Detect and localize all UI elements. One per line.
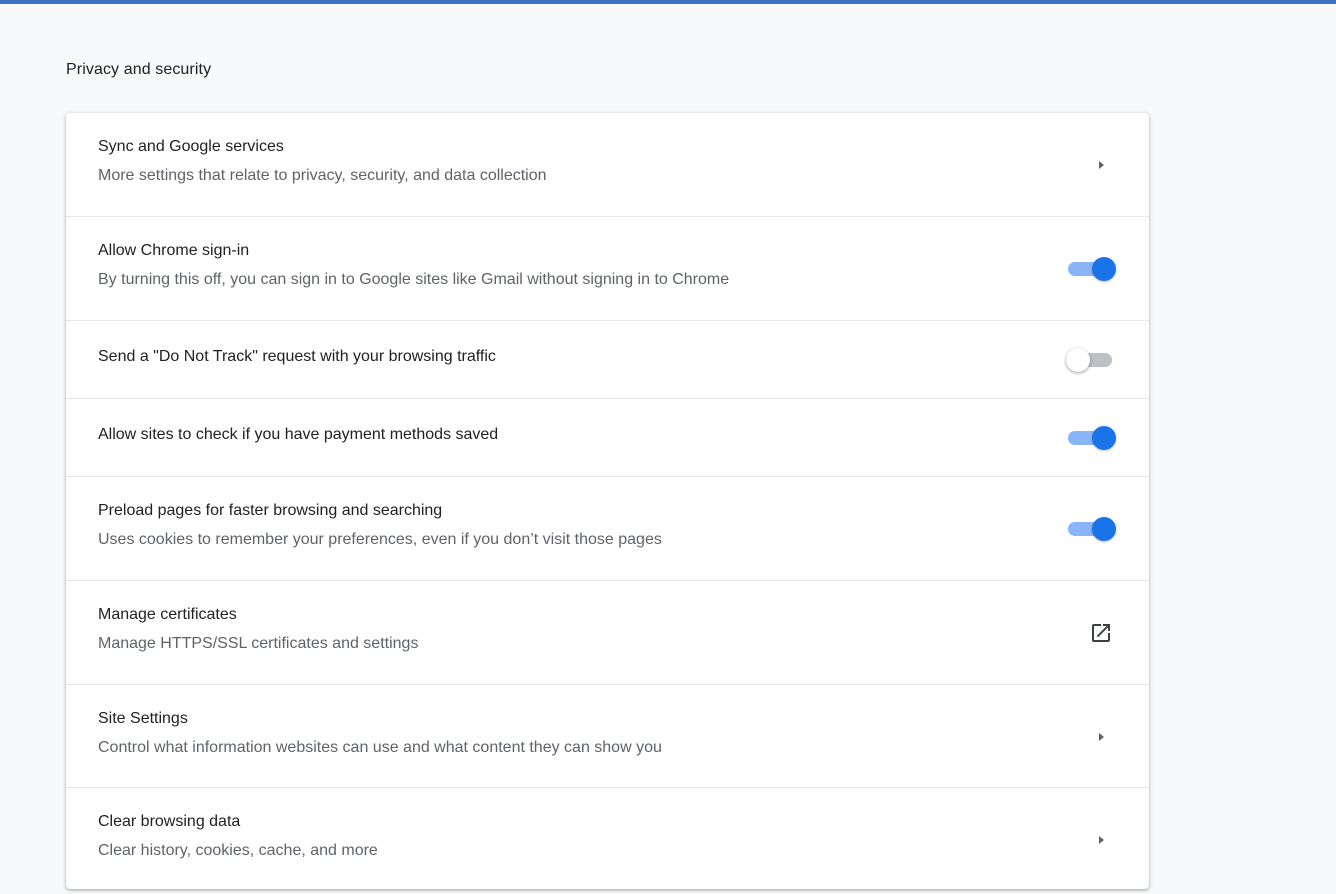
row-preload-pages[interactable]: Preload pages for faster browsing and se… — [66, 476, 1149, 580]
toggle-knob — [1066, 348, 1090, 372]
row-title: Sync and Google services — [98, 138, 284, 155]
row-text: Send a "Do Not Track" request with your … — [98, 348, 496, 366]
toggle-knob — [1092, 257, 1116, 281]
allow-signin-toggle[interactable] — [1066, 256, 1118, 282]
row-subtitle: Control what information websites can us… — [98, 739, 662, 756]
row-subtitle: Manage HTTPS/SSL certificates and settin… — [98, 635, 419, 652]
row-subtitle: Clear history, cookies, cache, and more — [98, 842, 378, 859]
section-title: Privacy and security — [66, 61, 212, 78]
row-text: Allow Chrome sign-in By turning this off… — [98, 242, 729, 289]
arrow-right-icon[interactable] — [1094, 833, 1108, 847]
toggle-knob — [1092, 517, 1116, 541]
row-do-not-track[interactable]: Send a "Do Not Track" request with your … — [66, 320, 1149, 398]
top-accent-bar — [0, 0, 1336, 4]
row-subtitle: Uses cookies to remember your preference… — [98, 531, 662, 548]
row-text: Sync and Google services More settings t… — [98, 138, 547, 185]
row-text: Allow sites to check if you have payment… — [98, 426, 498, 444]
row-clear-browsing-data[interactable]: Clear browsing data Clear history, cooki… — [66, 787, 1149, 889]
row-manage-certificates[interactable]: Manage certificates Manage HTTPS/SSL cer… — [66, 580, 1149, 684]
row-title: Manage certificates — [98, 606, 237, 623]
row-title: Send a "Do Not Track" request with your … — [98, 348, 496, 365]
row-title: Clear browsing data — [98, 813, 241, 830]
row-allow-chrome-signin[interactable]: Allow Chrome sign-in By turning this off… — [66, 216, 1149, 320]
row-text: Manage certificates Manage HTTPS/SSL cer… — [98, 606, 418, 653]
preload-pages-toggle[interactable] — [1066, 516, 1118, 542]
row-sync-google-services[interactable]: Sync and Google services More settings t… — [66, 113, 1149, 216]
row-title: Site Settings — [98, 710, 188, 727]
do-not-track-toggle[interactable] — [1066, 347, 1118, 373]
row-title: Preload pages for faster browsing and se… — [98, 502, 443, 519]
row-text: Clear browsing data Clear history, cooki… — [98, 813, 378, 860]
row-site-settings[interactable]: Site Settings Control what information w… — [66, 684, 1149, 787]
row-text: Preload pages for faster browsing and se… — [98, 502, 662, 549]
arrow-right-icon[interactable] — [1094, 730, 1108, 744]
row-subtitle: More settings that relate to privacy, se… — [98, 167, 547, 184]
payment-methods-toggle[interactable] — [1066, 425, 1118, 451]
arrow-right-icon[interactable] — [1094, 158, 1108, 172]
toggle-knob — [1092, 426, 1116, 450]
row-title: Allow sites to check if you have payment… — [98, 426, 499, 443]
row-payment-methods[interactable]: Allow sites to check if you have payment… — [66, 398, 1149, 476]
open-in-new-icon[interactable] — [1089, 621, 1113, 645]
row-title: Allow Chrome sign-in — [98, 242, 250, 259]
row-text: Site Settings Control what information w… — [98, 710, 662, 757]
row-subtitle: By turning this off, you can sign in to … — [98, 271, 730, 288]
privacy-settings-card: Sync and Google services More settings t… — [66, 113, 1149, 889]
